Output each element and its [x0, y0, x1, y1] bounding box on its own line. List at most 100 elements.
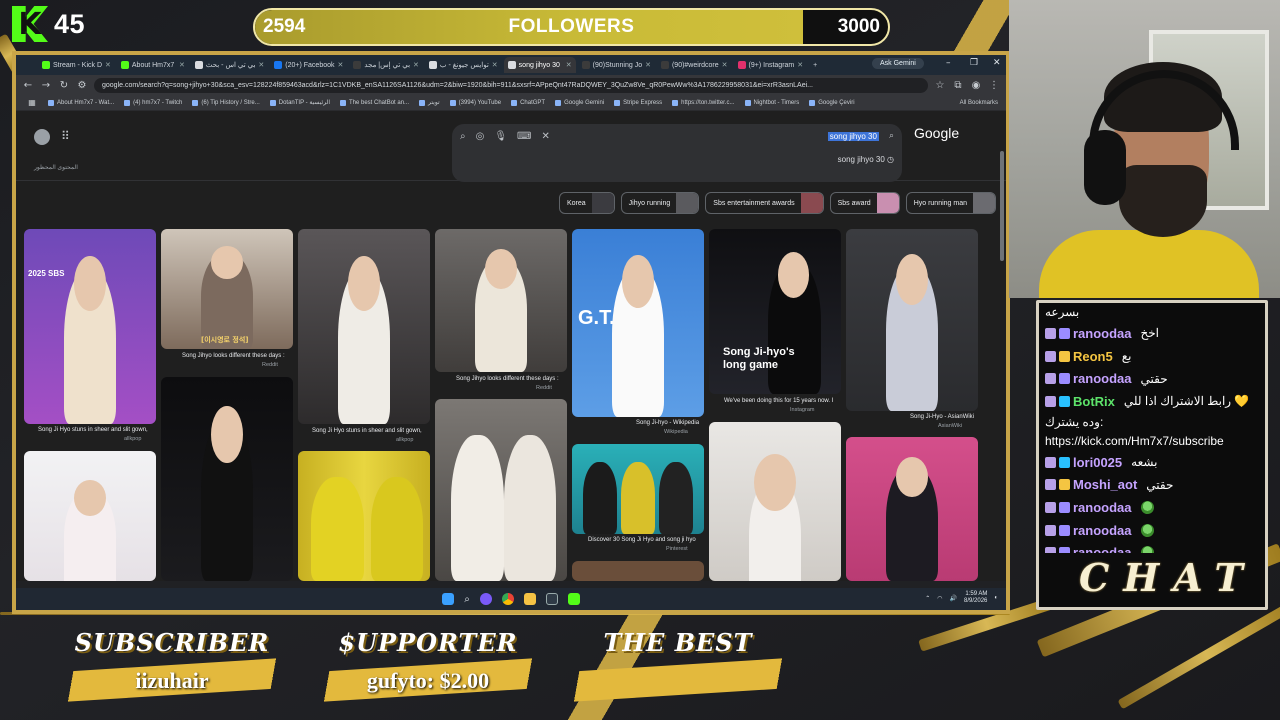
bookmark-item[interactable]: Google Gemini [555, 99, 604, 106]
image-source[interactable]: AsianWiki [938, 423, 962, 429]
search-suggestion[interactable]: song jihyo 30 ◷ [838, 155, 894, 164]
image-result[interactable]: Song Ji-hyo's long game [709, 229, 841, 394]
image-source[interactable]: Wikipedia [664, 429, 688, 435]
image-caption[interactable]: Song Ji-hyo - Wikipedia [636, 420, 699, 426]
image-result[interactable]: 2025 SBS [24, 229, 156, 424]
reload-icon[interactable]: ↻ [58, 80, 70, 91]
image-caption[interactable]: Discover 30 Song Ji Hyo and song ji hyo [588, 537, 696, 543]
wifi-icon[interactable]: ◠ [937, 595, 942, 602]
image-caption[interactable]: Song Ji Hyo stuns in sheer and slit gown… [38, 427, 148, 433]
extensions-icon[interactable]: ⧉ [952, 80, 964, 91]
all-bookmarks-button[interactable]: All Bookmarks [960, 100, 1006, 106]
bookmark-item[interactable]: Stripe Express [614, 99, 662, 106]
bookmark-item[interactable]: The best ChatBot an... [340, 99, 409, 106]
tab-close-icon[interactable]: ✕ [105, 61, 111, 69]
image-result[interactable] [846, 229, 978, 411]
tab-close-icon[interactable]: ✕ [645, 61, 651, 69]
start-icon[interactable] [442, 593, 455, 605]
new-tab-icon[interactable]: + [809, 57, 823, 73]
taskbar-clock[interactable]: 1:59 AM 8/9/2026 [964, 591, 987, 605]
related-chip[interactable]: Sbs award [829, 192, 900, 214]
image-result[interactable] [709, 422, 841, 581]
file-explorer-icon[interactable] [523, 593, 536, 605]
image-result[interactable] [298, 451, 430, 581]
chat-username[interactable]: ranoodaa [1073, 371, 1132, 386]
tab-close-icon[interactable]: ✕ [492, 61, 498, 69]
mic-icon[interactable]: 🎙 [494, 131, 507, 142]
close-window-icon[interactable]: ✕ [993, 58, 1001, 68]
bookmark-item[interactable]: DotanTIP - الرئيسية [269, 99, 330, 106]
chrome-icon[interactable] [501, 593, 514, 605]
profile-icon[interactable]: ◉ [970, 80, 982, 91]
chat-username[interactable]: BotRix [1073, 394, 1115, 409]
site-info-icon[interactable]: ⚙ [76, 80, 88, 91]
image-result[interactable]: G.T. JH [572, 229, 704, 417]
tab-close-icon[interactable]: ✕ [797, 61, 803, 69]
chat-username[interactable]: ranoodaa [1073, 545, 1132, 553]
image-caption[interactable]: Song Jihyo looks different these days : [182, 353, 285, 359]
related-chip[interactable]: Korea [558, 192, 615, 214]
keyboard-icon[interactable]: ⌨ [517, 131, 531, 142]
google-apps-icon[interactable]: ⠿ [61, 129, 70, 143]
bookmark-item[interactable]: Google Çeviri [809, 99, 855, 106]
obs-icon[interactable] [545, 593, 558, 605]
discord-icon[interactable] [479, 593, 492, 605]
bookmark-item[interactable]: Nightbot - Timers [744, 99, 799, 106]
page-scrollbar[interactable] [1000, 151, 1004, 261]
bookmark-item[interactable]: (4) hm7x7 - Twitch [124, 99, 182, 106]
browser-menu-icon[interactable]: ⋮ [988, 80, 1000, 91]
forward-icon[interactable]: → [40, 80, 52, 91]
bookmark-item[interactable]: (3994) YouTube [449, 99, 501, 106]
browser-tab[interactable]: (90)#weirdcore ✕ [657, 57, 732, 73]
image-result[interactable] [435, 229, 567, 372]
tab-close-icon[interactable]: ✕ [722, 61, 728, 69]
taskbar-search-icon[interactable]: ⌕ [464, 594, 470, 605]
bookmark-item[interactable]: تويتر [419, 99, 440, 106]
browser-tab[interactable]: song jihyo 30 ✕ [503, 57, 576, 73]
tab-close-icon[interactable]: ✕ [179, 61, 185, 69]
bookmark-item[interactable]: https://ton.twitter.c... [672, 99, 735, 106]
browser-tab[interactable]: Stream - Kick D ✕ [38, 57, 115, 73]
image-caption[interactable]: We've been doing this for 15 years now. … [724, 398, 833, 404]
tab-close-icon[interactable]: ✕ [338, 61, 344, 69]
image-result[interactable] [161, 377, 293, 581]
image-result[interactable] [298, 229, 430, 424]
kick-app-icon[interactable] [567, 593, 580, 605]
chat-username[interactable]: ranoodaa [1073, 523, 1132, 538]
image-result[interactable] [435, 399, 567, 581]
related-chip[interactable]: Sbs entertainment awards [705, 192, 824, 214]
notifications-icon[interactable]: ◐ [994, 595, 998, 601]
search-input[interactable]: song jihyo 30 [827, 131, 879, 141]
image-caption[interactable]: Song Ji Hyo stuns in sheer and slit gown… [312, 428, 422, 434]
browser-tab[interactable]: About Hm7x7 ✕ [117, 57, 189, 73]
chat-username[interactable]: lori0025 [1073, 455, 1122, 470]
image-caption[interactable]: Song Ji-Hyo - AsianWiki [910, 414, 974, 420]
browser-tab[interactable]: توايس جيونغ - ب ✕ [425, 57, 502, 73]
search-icon[interactable]: ⌕ [460, 131, 466, 142]
google-logo[interactable]: Google [914, 125, 959, 141]
safesearch-label[interactable]: المحتوى المحظور [34, 164, 78, 171]
bookmark-item[interactable]: About Hm7x7 - Wat... [48, 99, 114, 106]
tab-close-icon[interactable]: ✕ [566, 61, 572, 69]
address-bar[interactable]: google.com/search?q=song+jihyo+30&sca_es… [94, 77, 928, 93]
image-source[interactable]: Reddit [262, 362, 278, 368]
image-result[interactable]: [이시영로 정석] [161, 229, 293, 349]
image-caption[interactable]: Song Jihyo looks different these days : [456, 376, 559, 382]
bookmark-star-icon[interactable]: ☆ [934, 80, 946, 91]
bookmark-item[interactable]: (6) Tip History / Stre... [192, 99, 260, 106]
image-result[interactable] [24, 451, 156, 581]
apps-icon[interactable]: ▦ [26, 98, 38, 107]
image-result[interactable] [846, 437, 978, 581]
chat-username[interactable]: ranoodaa [1073, 500, 1132, 515]
back-icon[interactable]: ← [22, 80, 34, 91]
maximize-icon[interactable]: ❐ [970, 58, 978, 68]
tab-close-icon[interactable]: ✕ [413, 61, 419, 69]
browser-tab[interactable]: (20+) Facebook ✕ [270, 57, 347, 73]
image-source[interactable]: allkpop [396, 437, 413, 443]
image-result[interactable] [572, 444, 704, 534]
tray-chevron-icon[interactable]: ⌃ [925, 595, 930, 602]
related-chip[interactable]: Hyo running man [905, 192, 996, 214]
browser-tab[interactable]: (90)Stunning Jo ✕ [578, 57, 655, 73]
browser-tab[interactable]: بي تي إس| مجد ✕ [349, 57, 423, 73]
image-source[interactable]: Pinterest [666, 546, 688, 552]
